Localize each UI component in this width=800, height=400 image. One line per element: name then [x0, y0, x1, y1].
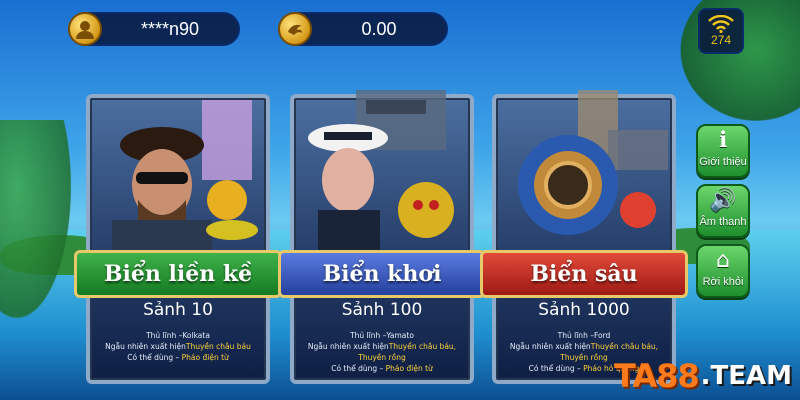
home-icon: ⌂	[716, 248, 730, 273]
random-highlight: Thuyền châu báu,	[590, 342, 659, 351]
avatar[interactable]	[68, 12, 102, 46]
user-info-bar[interactable]: ****n90	[68, 12, 240, 46]
usable-highlight: Pháo điện từ	[181, 353, 229, 362]
usable-highlight: Pháo điện từ	[385, 364, 433, 373]
usable-prefix: Có thể dùng –	[528, 364, 584, 373]
ping-value: 274	[710, 33, 732, 47]
random-highlight: Thuyền châu báu	[185, 342, 251, 351]
random-highlight: Thuyền châu báu,	[388, 342, 457, 351]
random-line: Ngẫu nhiên xuất hiệnThuyền châu báu,	[292, 341, 472, 352]
lobby-label: Sảnh 1000	[538, 300, 630, 320]
sound-button[interactable]: 🔊 Âm thanh	[696, 184, 750, 238]
info-label: Giới thiệu	[699, 156, 747, 168]
speaker-icon: 🔊	[709, 188, 737, 213]
usable-prefix: Có thể dùng –	[127, 353, 182, 362]
boss-line: Thủ lĩnh –Yamato	[350, 331, 414, 340]
pirate-captain-art	[92, 90, 264, 260]
user-icon	[76, 21, 94, 39]
random-prefix: Ngẫu nhiên xuất hiện	[105, 342, 186, 351]
room-card-deepsea[interactable]: Biển sâu Sảnh 1000 Thủ lĩnh –Ford Ngẫu n…	[480, 90, 688, 390]
exit-button[interactable]: ⌂ Rời khỏi	[696, 244, 750, 298]
room-card-nearshore[interactable]: Biển liền kề Sảnh 10 Thủ lĩnh –Kolkata N…	[74, 90, 282, 390]
room-description: Thủ lĩnh –Yamato Ngẫu nhiên xuất hiệnThu…	[292, 330, 472, 374]
wifi-icon	[708, 15, 734, 33]
lobby-label: Sảnh 100	[341, 300, 423, 320]
diving-helmet-art	[498, 90, 670, 260]
random-line: Ngẫu nhiên xuất hiệnThuyền châu báu	[88, 341, 268, 352]
brand-watermark: TA88 .TEAM	[614, 356, 792, 396]
balance-bar[interactable]: 0.00	[278, 12, 448, 46]
room-title-ribbon: Biển sâu	[480, 250, 688, 298]
navy-officer-art	[296, 90, 468, 260]
random-line: Ngẫu nhiên xuất hiệnThuyền châu báu,	[494, 341, 674, 352]
usable-line: Có thể dùng – Pháo điện từ	[88, 352, 268, 363]
dragon-coin-icon	[278, 12, 312, 46]
room-title-ribbon: Biển liền kề	[74, 250, 282, 298]
usable-prefix: Có thể dùng –	[331, 364, 386, 373]
brand-suffix: .TEAM	[700, 361, 793, 391]
username: ****n90	[140, 18, 200, 39]
boss-line: Thủ lĩnh –Ford	[557, 331, 611, 340]
sound-label: Âm thanh	[699, 216, 747, 228]
exit-label: Rời khỏi	[702, 276, 744, 288]
random-prefix: Ngẫu nhiên xuất hiện	[509, 342, 591, 351]
lobby-label: Sảnh 10	[143, 300, 213, 320]
connection-status: 274	[698, 8, 744, 54]
info-icon: ℹ	[718, 128, 728, 153]
usable-line: Có thể dùng – Pháo điện từ	[292, 363, 472, 374]
balance-value: 0.00	[361, 18, 397, 39]
room-title-ribbon: Biển khơi	[278, 250, 486, 298]
room-card-offshore[interactable]: Biển khơi Sảnh 100 Thủ lĩnh –Yamato Ngẫu…	[278, 90, 486, 390]
room-description: Thủ lĩnh –Kolkata Ngẫu nhiên xuất hiệnTh…	[88, 330, 268, 363]
brand-logo-text: TA88	[614, 357, 700, 395]
boss-line: Thủ lĩnh –Kolkata	[146, 331, 210, 340]
random-prefix: Ngẫu nhiên xuất hiện	[307, 342, 389, 351]
palm-tree-left	[0, 120, 80, 340]
info-button[interactable]: ℹ Giới thiệu	[696, 124, 750, 178]
random-highlight-2: Thuyền rồng	[358, 353, 406, 362]
